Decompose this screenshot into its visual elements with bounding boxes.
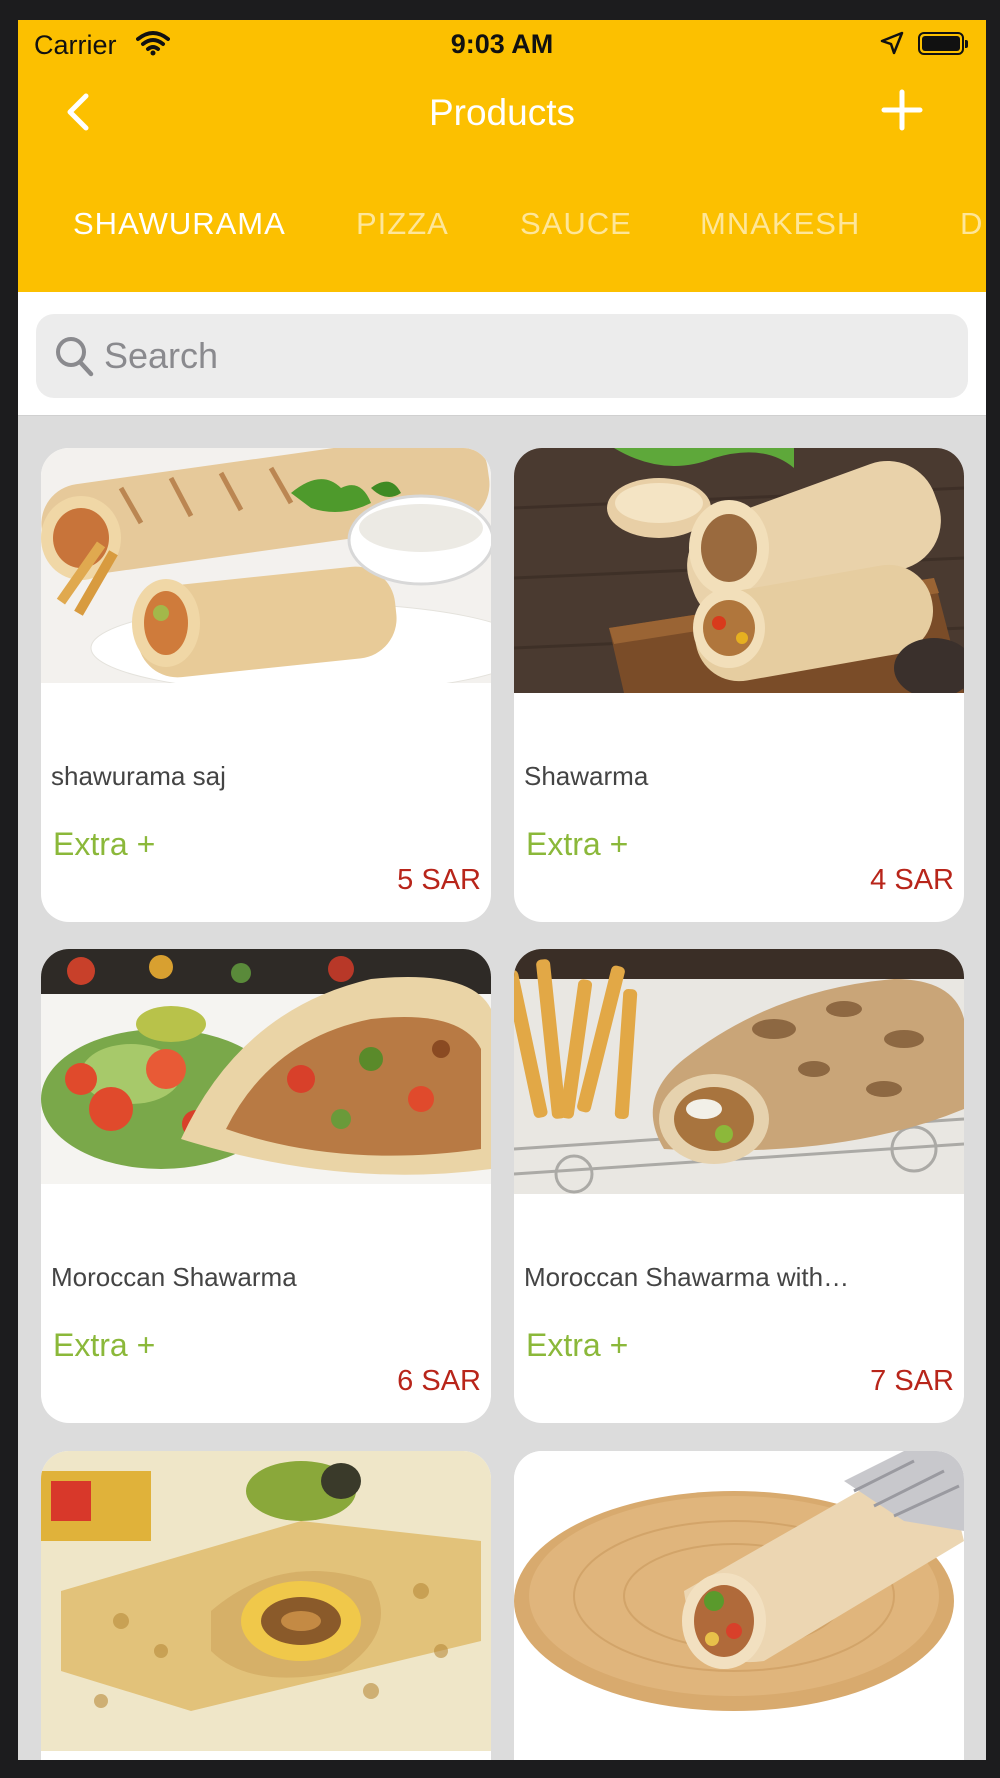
product-image xyxy=(41,1451,491,1751)
tab-partial[interactable]: D xyxy=(960,206,983,242)
product-image xyxy=(514,949,964,1194)
product-card[interactable] xyxy=(514,1451,964,1760)
page-title: Products xyxy=(428,92,575,133)
product-price: 6 SAR xyxy=(397,1365,481,1397)
product-name: Moroccan Shawarma with… xyxy=(524,1262,850,1292)
product-card[interactable]: Moroccan Shawarma Extra + 6 SAR xyxy=(41,949,491,1423)
product-name: Shawarma xyxy=(524,761,649,791)
tab-mnakesh[interactable]: MNAKESH xyxy=(700,206,860,242)
battery-icon xyxy=(918,32,968,55)
product-image xyxy=(41,949,491,1184)
product-price: 7 SAR xyxy=(870,1365,954,1397)
product-price: 4 SAR xyxy=(870,864,954,896)
tab-pizza[interactable]: PIZZA xyxy=(356,206,449,242)
search-icon xyxy=(56,337,94,377)
product-card[interactable]: Shawarma Extra + 4 SAR xyxy=(514,448,964,922)
location-arrow-icon xyxy=(880,31,904,62)
product-image xyxy=(514,1451,964,1721)
tab-sauce[interactable]: SAUCE xyxy=(520,206,632,242)
header: Carrier 9:03 AM Products SHAWURAMA PIZZA… xyxy=(18,20,986,292)
extra-button[interactable]: Extra + xyxy=(526,826,628,863)
plus-icon xyxy=(881,89,923,131)
product-price: 5 SAR xyxy=(397,864,481,896)
status-bar: Carrier 9:03 AM xyxy=(18,20,986,68)
product-card[interactable] xyxy=(41,1451,491,1760)
tab-shawurama[interactable]: SHAWURAMA xyxy=(73,206,286,242)
product-name: shawurama saj xyxy=(51,761,226,791)
product-image xyxy=(41,448,491,683)
app-screen: Carrier 9:03 AM Products SHAWURAMA PIZZA… xyxy=(18,20,986,1760)
extra-button[interactable]: Extra + xyxy=(53,826,155,863)
search-input[interactable] xyxy=(104,328,944,384)
category-tabs: SHAWURAMA PIZZA SAUCE MNAKESH D xyxy=(18,206,986,256)
search-field[interactable] xyxy=(36,314,968,398)
product-card[interactable]: shawurama saj Extra + 5 SAR xyxy=(41,448,491,922)
extra-button[interactable]: Extra + xyxy=(53,1327,155,1364)
navbar: Products xyxy=(18,80,986,144)
product-image xyxy=(514,448,964,693)
search-bar xyxy=(18,292,986,416)
add-product-button[interactable] xyxy=(880,88,924,132)
extra-button[interactable]: Extra + xyxy=(526,1327,628,1364)
product-card[interactable]: Moroccan Shawarma with… Extra + 7 SAR xyxy=(514,949,964,1423)
product-name: Moroccan Shawarma xyxy=(51,1262,297,1292)
status-time: 9:03 AM xyxy=(450,29,554,59)
